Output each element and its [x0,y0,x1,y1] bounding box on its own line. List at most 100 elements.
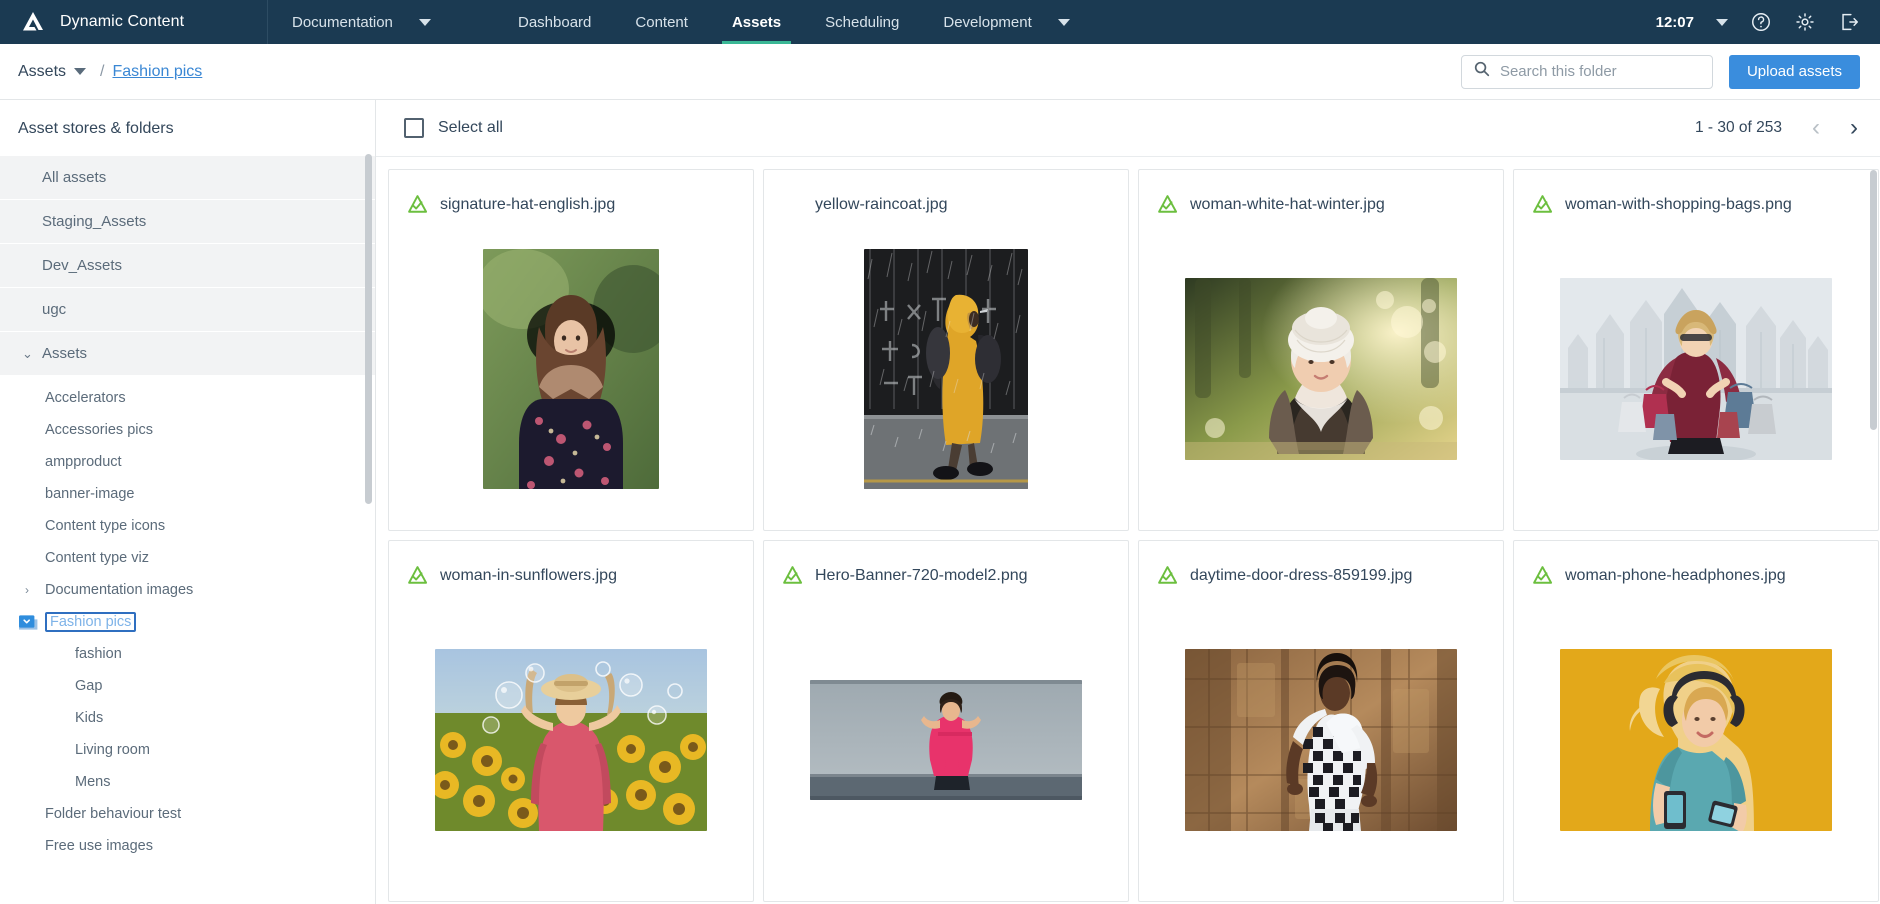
asset-card[interactable]: daytime-door-dress-859199.jpg [1138,540,1504,902]
chevron-right-icon[interactable]: › [25,583,29,597]
select-all-label: Select all [438,119,503,136]
folder-banner-image[interactable]: banner-image [0,478,375,510]
asset-thumbnail [1560,278,1832,460]
help-icon[interactable] [1750,11,1772,33]
folder-documentation-images[interactable]: › Documentation images [0,574,375,606]
asset-card-header: woman-in-sunflowers.jpg [389,541,753,593]
search-box[interactable] [1460,54,1713,89]
sidebar-store-staging-assets[interactable]: Staging_Assets [0,200,375,243]
nav-item-assets[interactable]: Assets [710,0,803,44]
folder-folder-behaviour-test[interactable]: Folder behaviour test [0,798,375,830]
store-label: Staging_Assets [42,213,147,230]
asset-filename: woman-phone-headphones.jpg [1565,566,1786,584]
sidebar-store-assets[interactable]: ⌄ Assets [0,332,375,375]
asset-thumbnail [864,249,1028,489]
nav-item-scheduling[interactable]: Scheduling [803,0,921,44]
folder-mens[interactable]: Mens [0,766,375,798]
breadcrumb-chevron-down-icon[interactable] [74,68,87,75]
asset-card[interactable]: yellow-raincoat.jpg [763,169,1129,531]
grid-scrollbar-thumb[interactable] [1870,170,1877,430]
breadcrumb-root[interactable]: Assets [18,63,66,81]
breadcrumb-bar: Assets / Fashion pics Upload assets [0,44,1880,100]
nav-item-development[interactable]: Development [921,0,1091,44]
pagination-control: 1 - 30 of 253 ‹ › [1695,116,1858,140]
nav-item-documentation[interactable]: Documentation [268,0,496,44]
sidebar-title: Asset stores & folders [18,120,174,137]
folder-content-type-icons[interactable]: Content type icons [0,510,375,542]
asset-card[interactable]: woman-with-shopping-bags.png [1513,169,1879,531]
folder-label: Folder behaviour test [45,806,182,822]
sidebar-scrollbar-thumb[interactable] [365,154,372,504]
published-status-icon [1157,194,1178,215]
previous-page-icon[interactable]: ‹ [1812,116,1820,140]
nav-item-content[interactable]: Content [613,0,710,44]
asset-filename: yellow-raincoat.jpg [815,195,948,213]
asset-store-list: All assets Staging_Assets Dev_Assets ugc… [0,156,375,375]
folder-living-room[interactable]: Living room [0,734,375,766]
asset-filename: woman-in-sunflowers.jpg [440,566,617,584]
settings-icon[interactable] [1794,11,1816,33]
asset-thumbnail-wrap [764,593,1128,901]
folder-label: Accessories pics [45,422,153,438]
store-label: Dev_Assets [42,257,123,274]
nav-item-documentation-label: Documentation [292,13,393,31]
top-navigation-bar: Dynamic Content Documentation Dashboard … [0,0,1880,44]
search-icon [1473,60,1491,83]
search-input[interactable] [1499,63,1701,80]
nav-item-assets-label: Assets [731,13,782,31]
folder-gap[interactable]: Gap [0,670,375,702]
chevron-down-icon[interactable] [1716,18,1728,26]
published-status-icon [407,194,428,215]
folder-label: Kids [75,710,104,726]
nav-item-development-label: Development [943,13,1032,31]
logout-icon[interactable] [1838,11,1860,33]
store-label: All assets [42,169,107,186]
asset-card-header: Hero-Banner-720-model2.png [764,541,1128,593]
brand-area[interactable]: Dynamic Content [0,0,268,44]
next-page-icon[interactable]: › [1850,116,1858,140]
folder-ampproduct[interactable]: ampproduct [0,446,375,478]
store-label: ugc [42,301,67,318]
select-all-control[interactable]: Select all [404,118,503,138]
pagination-range: 1 - 30 of 253 [1694,119,1782,136]
folder-content-type-viz[interactable]: Content type viz [0,542,375,574]
open-folder-icon [18,614,40,631]
nav-item-dashboard[interactable]: Dashboard [496,0,613,44]
asset-filename: woman-with-shopping-bags.png [1565,195,1792,213]
asset-card[interactable]: woman-in-sunflowers.jpg [388,540,754,902]
asset-card[interactable]: Hero-Banner-720-model2.png [763,540,1129,902]
sidebar-store-ugc[interactable]: ugc [0,288,375,331]
folder-free-use-images[interactable]: Free use images [0,830,375,862]
published-status-icon [1157,565,1178,586]
asset-filename: woman-white-hat-winter.jpg [1190,195,1385,213]
folder-accelerators[interactable]: Accelerators [0,382,375,414]
upload-assets-button[interactable]: Upload assets [1728,54,1860,89]
asset-card-header: signature-hat-english.jpg [389,170,753,222]
assets-toolbar: Select all 1 - 30 of 253 ‹ › [376,100,1880,157]
nav-item-dashboard-label: Dashboard [518,13,592,31]
asset-card-header: yellow-raincoat.jpg [764,170,1128,222]
asset-thumbnail [483,249,659,489]
published-status-icon [1532,194,1553,215]
nav-item-scheduling-label: Scheduling [825,13,900,31]
select-all-checkbox[interactable] [404,118,424,138]
asset-card[interactable]: signature-hat-english.jpg [388,169,754,531]
top-nav-right-group: 12:07 [1656,0,1880,44]
asset-card[interactable]: woman-white-hat-winter.jpg [1138,169,1504,531]
folder-label: Accelerators [45,390,126,406]
breadcrumb-current-folder[interactable]: Fashion pics [112,63,202,81]
folder-label: Content type icons [45,518,166,534]
clock-display: 12:07 [1655,13,1694,31]
chevron-down-icon[interactable]: ⌄ [22,346,33,362]
folder-fashion[interactable]: fashion [0,638,375,670]
published-status-icon [782,565,803,586]
folder-fashion-pics[interactable]: Fashion pics [0,606,375,638]
folder-label: banner-image [45,486,135,502]
asset-thumbnail-wrap [1139,222,1503,530]
folder-kids[interactable]: Kids [0,702,375,734]
sidebar-store-dev-assets[interactable]: Dev_Assets [0,244,375,287]
folder-accessories-pics[interactable]: Accessories pics [0,414,375,446]
asset-card[interactable]: woman-phone-headphones.jpg [1513,540,1879,902]
sidebar-store-all-assets[interactable]: All assets [0,156,375,199]
asset-thumbnail [1560,649,1832,831]
